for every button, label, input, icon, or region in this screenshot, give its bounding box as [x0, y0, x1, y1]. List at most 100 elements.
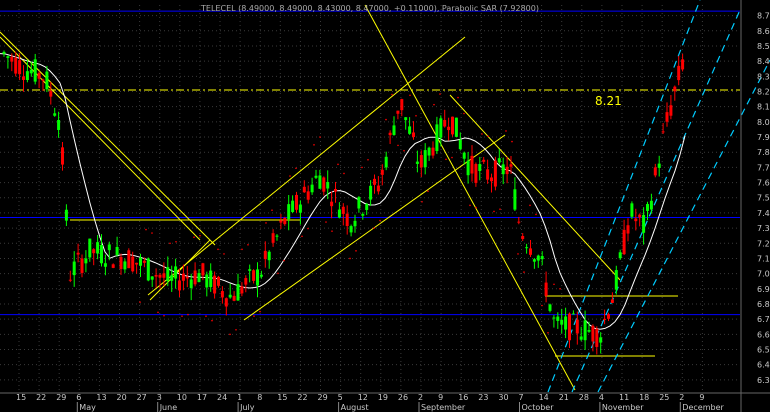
- candle-body: [618, 252, 622, 259]
- candle-body: [583, 320, 587, 341]
- candle-body: [470, 155, 474, 174]
- candle-body: [677, 65, 681, 81]
- candle-body: [657, 163, 661, 168]
- sar-dot: [445, 158, 447, 161]
- candle-body: [295, 194, 298, 210]
- sar-dot: [193, 236, 195, 238]
- sar-dot: [217, 248, 219, 251]
- candle-body: [248, 269, 252, 271]
- candle-body: [595, 328, 599, 347]
- candle-body: [33, 59, 37, 82]
- candle-body: [57, 120, 61, 130]
- sar-dot: [283, 259, 285, 262]
- candle-body: [505, 166, 509, 175]
- candle-body: [388, 132, 392, 136]
- x-tick-label: 28: [579, 393, 589, 402]
- candle-body: [591, 325, 595, 342]
- x-tick-label: 29: [318, 393, 328, 402]
- x-tick-label: 20: [117, 393, 127, 402]
- sar-dot: [331, 230, 333, 232]
- candle-body: [306, 191, 310, 200]
- sar-dot: [481, 133, 483, 135]
- candle-body: [178, 280, 181, 291]
- candle-body: [587, 330, 591, 332]
- candle-body: [532, 259, 536, 262]
- month-label: September: [421, 403, 466, 412]
- candle-body: [447, 126, 451, 131]
- y-tick-label: 8.6: [757, 27, 770, 36]
- sar-dot: [313, 144, 315, 146]
- sar-dot: [493, 210, 495, 213]
- candle-body: [579, 336, 583, 340]
- candle-body: [493, 160, 497, 187]
- month-label: December: [682, 403, 724, 412]
- candle-body: [224, 298, 228, 307]
- sar-dot: [229, 333, 231, 336]
- sar-dot: [187, 313, 189, 316]
- candle-body: [466, 160, 470, 176]
- sar-dot: [499, 208, 501, 210]
- plot-background: [0, 0, 770, 412]
- candle-body: [575, 319, 579, 334]
- sar-dot: [223, 253, 225, 255]
- y-tick-label: 8.7: [757, 12, 770, 21]
- candle-body: [244, 278, 248, 285]
- sar-dot: [469, 204, 471, 207]
- candle-body: [400, 99, 404, 111]
- y-tick-label: 7.0: [757, 270, 770, 279]
- y-tick-label: 6.7: [757, 315, 770, 324]
- x-tick-label: 18: [639, 393, 649, 402]
- candle-body: [345, 213, 349, 226]
- y-tick-label: 6.5: [757, 346, 770, 355]
- sar-dot: [415, 114, 417, 117]
- y-tick-label: 8.5: [757, 42, 770, 51]
- candle-body: [189, 279, 193, 289]
- candle-body: [142, 260, 146, 263]
- month-label: November: [602, 403, 644, 412]
- sar-dot: [397, 144, 399, 147]
- y-tick-label: 6.8: [757, 300, 770, 309]
- candle-body: [630, 203, 634, 217]
- x-tick-label: 19: [378, 393, 388, 402]
- candle-body: [88, 238, 92, 258]
- sar-dot: [325, 221, 327, 223]
- candle-body: [622, 229, 626, 255]
- x-tick-label: 24: [217, 393, 227, 402]
- candle-body: [123, 261, 127, 270]
- x-tick-label: 5: [338, 393, 343, 402]
- sar-dot: [319, 136, 321, 138]
- sar-dot: [409, 94, 411, 97]
- candle-body: [158, 274, 162, 278]
- sar-dot: [523, 271, 525, 273]
- x-tick-label: 27: [137, 393, 147, 402]
- x-tick-label: 9: [438, 393, 443, 402]
- candle-body: [610, 299, 614, 303]
- sar-dot: [169, 242, 171, 245]
- candle-body: [193, 270, 197, 285]
- price-chart: TELECEL (8.49000, 8.49000, 8.43000, 8.47…: [0, 0, 770, 412]
- candle-body: [544, 282, 548, 296]
- candle-body: [392, 125, 396, 135]
- candle-body: [10, 56, 14, 62]
- sar-dot: [349, 257, 351, 260]
- x-tick-label: 11: [619, 393, 629, 402]
- candle-body: [536, 255, 540, 261]
- candle-body: [423, 150, 427, 168]
- x-tick-label: 12: [358, 393, 368, 402]
- y-tick-label: 8.2: [757, 88, 770, 97]
- sar-dot: [553, 283, 555, 286]
- x-tick-label: 21: [559, 393, 569, 402]
- candle-body: [408, 126, 412, 134]
- sar-dot: [307, 227, 309, 230]
- sar-dot: [355, 250, 357, 252]
- candle-body: [529, 248, 532, 255]
- level-annotation: 8.21: [595, 94, 622, 108]
- candle-body: [201, 263, 205, 276]
- candle-body: [287, 204, 291, 220]
- y-tick-label: 7.4: [757, 209, 770, 218]
- sar-dot: [301, 235, 303, 238]
- candle-body: [373, 178, 376, 185]
- x-tick-label: 8: [257, 393, 262, 402]
- month-label: May: [79, 403, 96, 412]
- candle-body: [318, 175, 322, 189]
